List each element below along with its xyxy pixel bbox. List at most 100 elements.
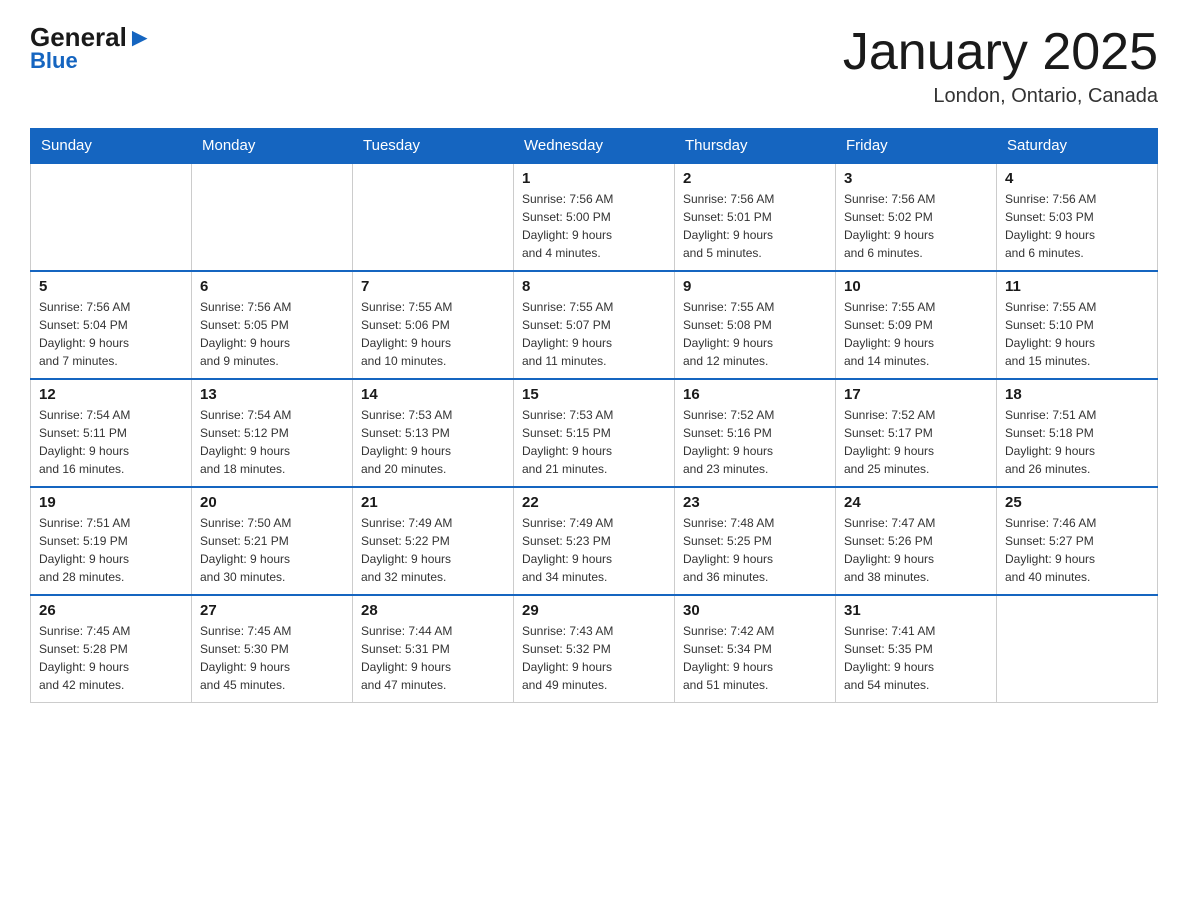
day-info: Sunrise: 7:42 AM Sunset: 5:34 PM Dayligh… <box>683 622 827 694</box>
calendar-cell: 19Sunrise: 7:51 AM Sunset: 5:19 PM Dayli… <box>31 487 192 595</box>
calendar-cell: 22 Sunrise: 7:49 AM Sunset: 5:23 PM Dayli… <box>514 487 675 595</box>
calendar-body: 1 Sunrise: 7:56 AM Sunset: 5:00 PM Daylig… <box>31 163 1158 703</box>
calendar-cell <box>31 163 192 271</box>
calendar-cell: 10 Sunrise: 7:55 AM Sunset: 5:09 PM Dayli… <box>836 271 997 379</box>
calendar-cell: 4Sunrise: 7:56 AM Sunset: 5:03 PM Daylig… <box>997 163 1158 271</box>
day-info: Sunrise: 7:49 AM Sunset: 5:23 PM Dayligh… <box>522 514 666 586</box>
day-info: Sunrise: 7:56 AM Sunset: 5:02 PM Dayligh… <box>844 190 988 262</box>
day-of-week-header: Thursday <box>675 129 836 164</box>
calendar-cell: 14Sunrise: 7:53 AM Sunset: 5:13 PM Dayli… <box>353 379 514 487</box>
calendar-cell: 31 Sunrise: 7:41 AM Sunset: 5:35 PM Dayli… <box>836 595 997 703</box>
day-number: 26 <box>39 602 183 619</box>
logo-line1: General► <box>30 24 153 50</box>
day-info: Sunrise: 7:53 AM Sunset: 5:15 PM Dayligh… <box>522 406 666 478</box>
calendar-cell: 11Sunrise: 7:55 AM Sunset: 5:10 PM Dayli… <box>997 271 1158 379</box>
calendar-week-row: 19Sunrise: 7:51 AM Sunset: 5:19 PM Dayli… <box>31 487 1158 595</box>
calendar-cell <box>353 163 514 271</box>
logo-arrow: ► <box>127 22 153 52</box>
calendar-cell: 9 Sunrise: 7:55 AM Sunset: 5:08 PM Daylig… <box>675 271 836 379</box>
calendar-week-row: 5 Sunrise: 7:56 AM Sunset: 5:04 PM Daylig… <box>31 271 1158 379</box>
calendar-cell: 8 Sunrise: 7:55 AM Sunset: 5:07 PM Daylig… <box>514 271 675 379</box>
calendar-header: SundayMondayTuesdayWednesdayThursdayFrid… <box>31 129 1158 164</box>
calendar-cell: 12 Sunrise: 7:54 AM Sunset: 5:11 PM Dayli… <box>31 379 192 487</box>
day-info: Sunrise: 7:45 AM Sunset: 5:30 PM Dayligh… <box>200 622 344 694</box>
day-info: Sunrise: 7:55 AM Sunset: 5:06 PM Dayligh… <box>361 298 505 370</box>
day-info: Sunrise: 7:44 AM Sunset: 5:31 PM Dayligh… <box>361 622 505 694</box>
day-number: 2 <box>683 170 827 187</box>
calendar-week-row: 1 Sunrise: 7:56 AM Sunset: 5:00 PM Daylig… <box>31 163 1158 271</box>
calendar-cell: 27Sunrise: 7:45 AM Sunset: 5:30 PM Dayli… <box>192 595 353 703</box>
title-area: January 2025 London, Ontario, Canada <box>843 24 1158 108</box>
day-number: 25 <box>1005 494 1149 511</box>
calendar-cell: 13 Sunrise: 7:54 AM Sunset: 5:12 PM Dayli… <box>192 379 353 487</box>
day-number: 9 <box>683 278 827 295</box>
day-info: Sunrise: 7:49 AM Sunset: 5:22 PM Dayligh… <box>361 514 505 586</box>
day-info: Sunrise: 7:56 AM Sunset: 5:05 PM Dayligh… <box>200 298 344 370</box>
day-number: 21 <box>361 494 505 511</box>
day-info: Sunrise: 7:55 AM Sunset: 5:08 PM Dayligh… <box>683 298 827 370</box>
day-number: 15 <box>522 386 666 403</box>
day-number: 29 <box>522 602 666 619</box>
day-info: Sunrise: 7:43 AM Sunset: 5:32 PM Dayligh… <box>522 622 666 694</box>
calendar-cell: 20 Sunrise: 7:50 AM Sunset: 5:21 PM Dayli… <box>192 487 353 595</box>
day-number: 12 <box>39 386 183 403</box>
day-of-week-header: Friday <box>836 129 997 164</box>
day-info: Sunrise: 7:55 AM Sunset: 5:07 PM Dayligh… <box>522 298 666 370</box>
calendar-cell: 28 Sunrise: 7:44 AM Sunset: 5:31 PM Dayli… <box>353 595 514 703</box>
calendar-cell: 6 Sunrise: 7:56 AM Sunset: 5:05 PM Daylig… <box>192 271 353 379</box>
header: General► Blue January 2025 London, Ontar… <box>30 24 1158 108</box>
day-number: 4 <box>1005 170 1149 187</box>
day-of-week-header: Sunday <box>31 129 192 164</box>
day-number: 10 <box>844 278 988 295</box>
day-info: Sunrise: 7:48 AM Sunset: 5:25 PM Dayligh… <box>683 514 827 586</box>
day-of-week-header: Wednesday <box>514 129 675 164</box>
day-number: 3 <box>844 170 988 187</box>
calendar-week-row: 26 Sunrise: 7:45 AM Sunset: 5:28 PM Dayli… <box>31 595 1158 703</box>
calendar-cell: 2 Sunrise: 7:56 AM Sunset: 5:01 PM Daylig… <box>675 163 836 271</box>
day-number: 11 <box>1005 278 1149 295</box>
day-info: Sunrise: 7:41 AM Sunset: 5:35 PM Dayligh… <box>844 622 988 694</box>
logo-line2: Blue <box>30 50 153 72</box>
day-info: Sunrise: 7:53 AM Sunset: 5:13 PM Dayligh… <box>361 406 505 478</box>
calendar-cell: 25 Sunrise: 7:46 AM Sunset: 5:27 PM Dayli… <box>997 487 1158 595</box>
day-number: 20 <box>200 494 344 511</box>
day-number: 17 <box>844 386 988 403</box>
day-info: Sunrise: 7:52 AM Sunset: 5:16 PM Dayligh… <box>683 406 827 478</box>
calendar-cell <box>192 163 353 271</box>
day-info: Sunrise: 7:54 AM Sunset: 5:11 PM Dayligh… <box>39 406 183 478</box>
calendar-cell: 17Sunrise: 7:52 AM Sunset: 5:17 PM Dayli… <box>836 379 997 487</box>
day-number: 6 <box>200 278 344 295</box>
day-of-week-header: Monday <box>192 129 353 164</box>
calendar-cell: 29 Sunrise: 7:43 AM Sunset: 5:32 PM Dayli… <box>514 595 675 703</box>
day-info: Sunrise: 7:56 AM Sunset: 5:00 PM Dayligh… <box>522 190 666 262</box>
calendar-cell <box>997 595 1158 703</box>
day-info: Sunrise: 7:56 AM Sunset: 5:04 PM Dayligh… <box>39 298 183 370</box>
day-info: Sunrise: 7:54 AM Sunset: 5:12 PM Dayligh… <box>200 406 344 478</box>
day-info: Sunrise: 7:50 AM Sunset: 5:21 PM Dayligh… <box>200 514 344 586</box>
calendar-cell: 21 Sunrise: 7:49 AM Sunset: 5:22 PM Dayli… <box>353 487 514 595</box>
day-number: 28 <box>361 602 505 619</box>
calendar-cell: 5 Sunrise: 7:56 AM Sunset: 5:04 PM Daylig… <box>31 271 192 379</box>
day-info: Sunrise: 7:56 AM Sunset: 5:01 PM Dayligh… <box>683 190 827 262</box>
calendar-week-row: 12 Sunrise: 7:54 AM Sunset: 5:11 PM Dayli… <box>31 379 1158 487</box>
day-number: 22 <box>522 494 666 511</box>
calendar-cell: 15 Sunrise: 7:53 AM Sunset: 5:15 PM Dayli… <box>514 379 675 487</box>
day-number: 16 <box>683 386 827 403</box>
day-info: Sunrise: 7:55 AM Sunset: 5:09 PM Dayligh… <box>844 298 988 370</box>
day-info: Sunrise: 7:46 AM Sunset: 5:27 PM Dayligh… <box>1005 514 1149 586</box>
calendar-cell: 26 Sunrise: 7:45 AM Sunset: 5:28 PM Dayli… <box>31 595 192 703</box>
calendar-cell: 30Sunrise: 7:42 AM Sunset: 5:34 PM Dayli… <box>675 595 836 703</box>
day-info: Sunrise: 7:51 AM Sunset: 5:18 PM Dayligh… <box>1005 406 1149 478</box>
day-number: 13 <box>200 386 344 403</box>
day-number: 18 <box>1005 386 1149 403</box>
calendar-cell: 3 Sunrise: 7:56 AM Sunset: 5:02 PM Daylig… <box>836 163 997 271</box>
calendar-cell: 24Sunrise: 7:47 AM Sunset: 5:26 PM Dayli… <box>836 487 997 595</box>
day-info: Sunrise: 7:45 AM Sunset: 5:28 PM Dayligh… <box>39 622 183 694</box>
calendar-cell: 18 Sunrise: 7:51 AM Sunset: 5:18 PM Dayli… <box>997 379 1158 487</box>
day-number: 5 <box>39 278 183 295</box>
day-number: 31 <box>844 602 988 619</box>
day-number: 8 <box>522 278 666 295</box>
day-number: 1 <box>522 170 666 187</box>
calendar-cell: 16 Sunrise: 7:52 AM Sunset: 5:16 PM Dayli… <box>675 379 836 487</box>
day-info: Sunrise: 7:51 AM Sunset: 5:19 PM Dayligh… <box>39 514 183 586</box>
